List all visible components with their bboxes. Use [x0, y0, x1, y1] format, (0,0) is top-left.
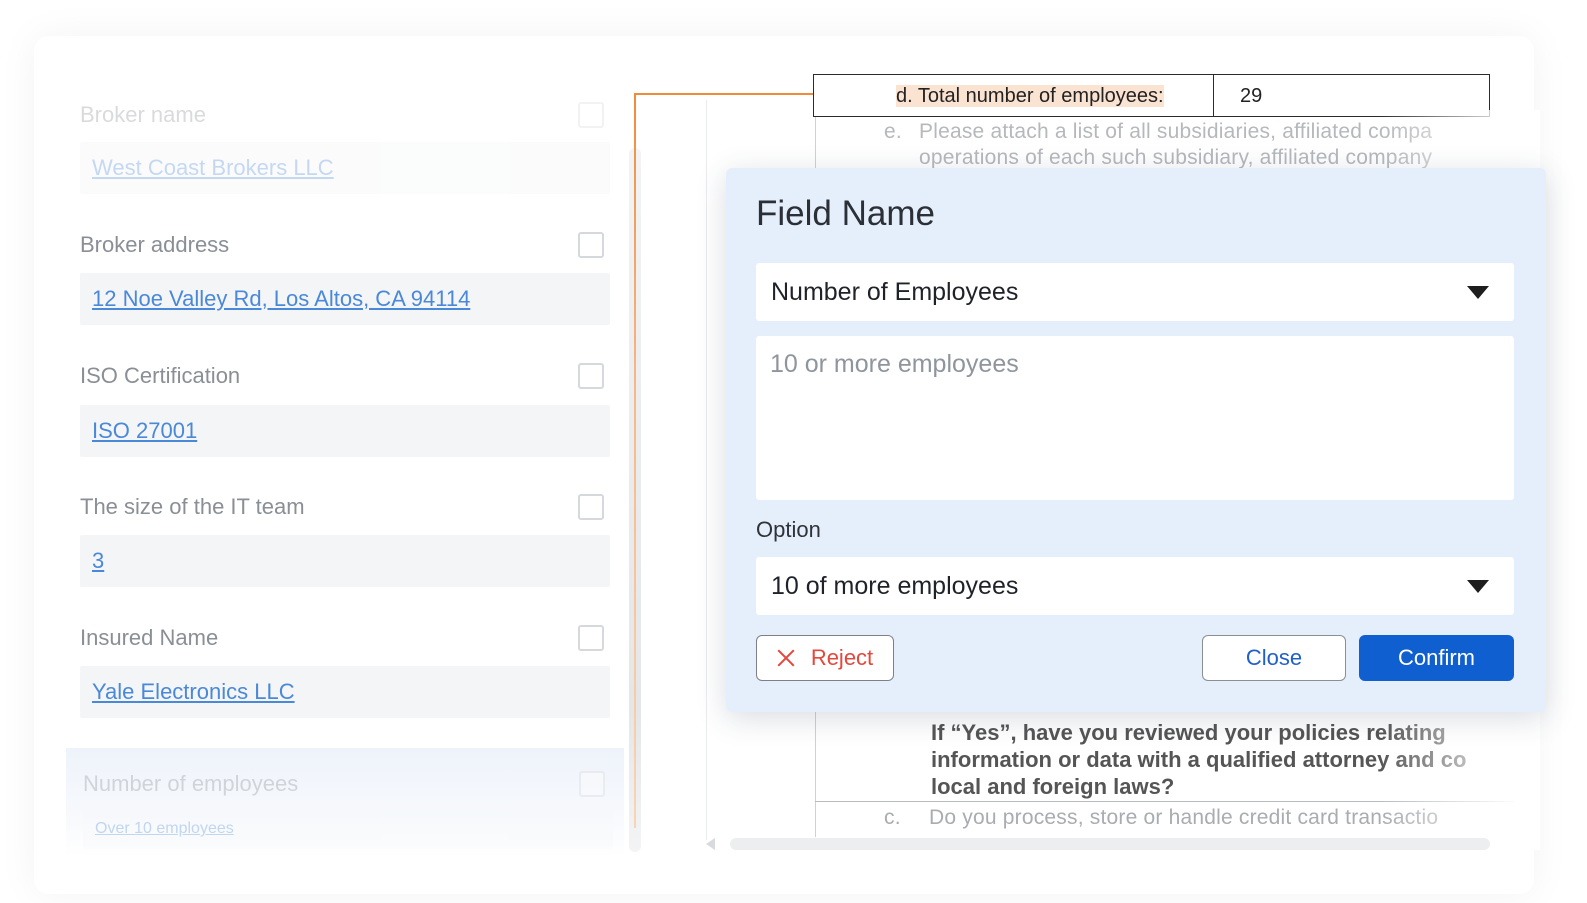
scroll-left-arrow-icon[interactable]	[706, 838, 715, 850]
doc-border	[706, 100, 707, 840]
field-checkbox[interactable]	[578, 625, 604, 651]
field-checkbox[interactable]	[578, 363, 604, 389]
field-value-box: Over 10 employees	[83, 809, 613, 849]
field-checkbox[interactable]	[579, 771, 605, 797]
field-checkbox[interactable]	[578, 494, 604, 520]
doc-text-line: If “Yes”, have you reviewed your policie…	[931, 720, 1446, 745]
modal-title: Field Name	[756, 194, 935, 233]
field-label: ISO Certification	[80, 363, 241, 388]
doc-text-line: operations of each such subsidiary, affi…	[919, 146, 1433, 169]
doc-cell-divider	[1213, 75, 1214, 116]
field-label: Number of employees	[83, 771, 299, 796]
field-value-box: Yale Electronics LLC	[80, 666, 610, 718]
reject-button-label: Reject	[810, 645, 874, 670]
field-edit-modal: Field Name Number of Employees Option 10…	[726, 168, 1546, 712]
option-select-value: 10 of more employees	[771, 571, 1019, 600]
reject-button[interactable]: Reject	[756, 635, 894, 681]
field-label: Broker address	[80, 232, 230, 257]
connector-line	[634, 94, 636, 828]
doc-text-line: local and foreign laws?	[931, 774, 1175, 799]
field-value-link[interactable]: Over 10 employees	[95, 820, 234, 838]
field-value-link[interactable]: 12 Noe Valley Rd, Los Altos, CA 94114	[92, 286, 470, 312]
field-value-box: 3	[80, 535, 610, 587]
field-value-link[interactable]: 3	[92, 548, 104, 574]
field-label: The size of the IT team	[80, 494, 305, 519]
caret-down-icon	[1467, 580, 1489, 593]
field-value-link[interactable]: ISO 27001	[92, 418, 197, 444]
caret-down-icon	[1467, 286, 1489, 299]
doc-answer: 29	[1240, 85, 1263, 107]
doc-text-line: Please attach a list of all subsidiaries…	[919, 120, 1433, 143]
doc-text-line: Do you process, store or handle credit c…	[929, 806, 1439, 829]
confirm-button-label: Confirm	[1397, 645, 1475, 670]
field-name-select[interactable]: Number of Employees	[756, 263, 1514, 321]
field-value-textarea[interactable]	[756, 336, 1514, 500]
field-label: Broker name	[80, 102, 206, 127]
field-value-box: West Coast Brokers LLC	[80, 142, 610, 194]
field-checkbox[interactable]	[578, 232, 604, 258]
doc-question: d. Total number of employees:	[896, 85, 1164, 107]
doc-horizontal-scrollbar[interactable]	[730, 838, 1490, 850]
field-value-box: ISO 27001	[80, 405, 610, 457]
option-label: Option	[756, 517, 821, 542]
doc-line-letter: e.	[884, 120, 902, 143]
option-select[interactable]: 10 of more employees	[756, 557, 1514, 615]
confirm-button[interactable]: Confirm	[1359, 635, 1514, 681]
close-x-icon	[777, 649, 795, 667]
field-value-link[interactable]: Yale Electronics LLC	[92, 679, 295, 705]
field-checkbox[interactable]	[578, 102, 604, 128]
doc-line-letter: c.	[884, 806, 901, 829]
field-label: Insured Name	[80, 625, 219, 650]
close-button[interactable]: Close	[1202, 635, 1346, 681]
field-value-link[interactable]: West Coast Brokers LLC	[92, 155, 334, 181]
close-button-label: Close	[1245, 645, 1303, 670]
field-name-select-value: Number of Employees	[771, 277, 1019, 306]
field-value-box: 12 Noe Valley Rd, Los Altos, CA 94114	[80, 273, 610, 325]
